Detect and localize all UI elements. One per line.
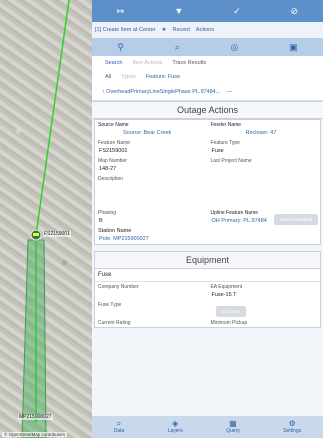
feeder-name-value[interactable]: Recloser: 47 [208,129,321,138]
nav-data[interactable]: ⌕ Data [113,419,125,435]
recent-button[interactable]: Recent [172,27,189,33]
pin-icon[interactable]: ⤇ [117,6,125,17]
feature-name-value[interactable]: FS2159001 [95,147,208,156]
search-icon: ⌕ [116,419,122,428]
upline-label: Upline Feature Name [210,210,259,216]
feature-type-label: Feature Type [210,140,240,146]
create-item-button[interactable]: [1] Create Item at Center [95,27,156,33]
feature-name-label: Feature Name [98,140,130,146]
fuse-marker-inner [33,233,39,236]
last-project-label: Last Project Name [210,158,252,164]
station-value[interactable]: Pole: MP215900027 [95,235,320,244]
close-icon[interactable]: ⊘ [291,6,299,17]
power-line-north [35,0,70,236]
filter-types[interactable]: Types [121,74,136,80]
search-icon[interactable]: ⌕ [175,42,180,53]
feeder-name-label: Feeder Name [210,122,242,128]
fuse-type-value[interactable] [95,309,208,318]
star-icon[interactable]: ★ [162,27,167,33]
globe-icon[interactable]: ◎ [230,42,238,53]
download-button[interactable]: Open Download [273,214,319,225]
map-number-label: Map Number [98,158,127,164]
source-name-label: Source Name [98,122,129,128]
filter-feature[interactable]: Feature: Fuse [146,74,180,80]
layers-icon: ◈ [172,419,179,428]
description-label: Description [98,176,124,182]
selection-corridor [21,239,47,438]
equipment-type: Fuse [98,272,112,278]
secondary-toolbar: ⚲ ⌕ ◎ ▣ [92,38,323,56]
zoom-icon[interactable]: ⚲ [117,42,124,53]
feature-panel: ⤇ ▼ ✓ ⊘ [1] Create Item at Center ★ Rece… [92,0,323,438]
ea-equipment-value[interactable]: Fuse-15 T [208,291,321,300]
phasing-label: Phasing [98,210,117,216]
company-number-label: Company Number [98,284,139,290]
filter-tabs: All Types Feature: Fuse [92,70,323,84]
equipment-section: Equipment Fuse Company Number EA Equipme… [94,251,321,328]
tab-trace-results[interactable]: Trace Results [172,60,206,66]
bottom-nav: ⌕ Data ◈ Layers ▦ Query ⚙ Settings [92,416,323,438]
nav-query-label: Query [226,428,240,434]
station-label: Station Name [98,228,132,234]
breadcrumb[interactable]: ↑ OverheadPrimaryLineSinglePhase PL.9748… [92,84,323,101]
map-view[interactable]: FS2159001 MP215900027 © OpenStreetMap co… [0,0,92,438]
outage-fields: Source Name Source: Bear Creek Feeder Na… [94,119,321,245]
map-number-value[interactable]: 148-27 [95,165,208,174]
tab-item-actions[interactable]: Item Actions [132,60,162,66]
breadcrumb-dash: — [226,89,232,95]
outage-actions-header[interactable]: Outage Actions [92,101,323,119]
ea-equipment-label: EA Equipment [210,284,243,290]
map-feature-label: FS2159001 [43,231,71,237]
lookup-button[interactable]: In Stores [215,306,246,317]
fuse-type-label: Fuse Type [98,302,122,308]
osm-attribution: © OpenStreetMap contributors [2,432,68,437]
filter-all[interactable]: All [105,74,111,80]
last-project-value[interactable] [208,165,321,174]
actions-button[interactable]: Actions [196,27,214,33]
upline-value[interactable]: OH Primary: PL.97484 [208,217,271,226]
nav-data-label: Data [113,428,125,434]
tab-search[interactable]: Search [105,60,122,66]
check-icon[interactable]: ✓ [233,6,241,17]
settings-icon: ⚙ [288,419,296,428]
wifi-icon[interactable]: ▼ [174,6,183,16]
company-number-value[interactable] [95,291,208,300]
min-pickup-label: Minimum Pickup [210,320,248,326]
action-bar: [1] Create Item at Center ★ Recent Actio… [92,22,323,38]
top-toolbar: ⤇ ▼ ✓ ⊘ [92,0,323,22]
map-pole-label: MP215900027 [18,414,53,420]
nav-layers-label: Layers [167,428,183,434]
phasing-value[interactable]: B [95,217,208,226]
equipment-header[interactable]: Equipment [95,252,320,269]
feature-type-value[interactable]: Fuse [208,147,321,156]
map-canvas [21,0,70,438]
nav-settings-label: Settings [283,428,302,434]
search-tabs: Search Item Actions Trace Results [92,56,323,70]
nav-settings[interactable]: ⚙ Settings [283,419,302,435]
menu-icon[interactable]: ▣ [289,42,298,53]
current-rating-label: Current Rating [98,320,131,326]
source-name-value[interactable]: Source: Bear Creek [95,129,208,138]
table-icon: ▦ [229,419,237,428]
nav-query[interactable]: ▦ Query [226,419,240,435]
nav-layers[interactable]: ◈ Layers [167,419,183,435]
breadcrumb-text: OverheadPrimaryLineSinglePhase PL.97484.… [106,89,221,95]
